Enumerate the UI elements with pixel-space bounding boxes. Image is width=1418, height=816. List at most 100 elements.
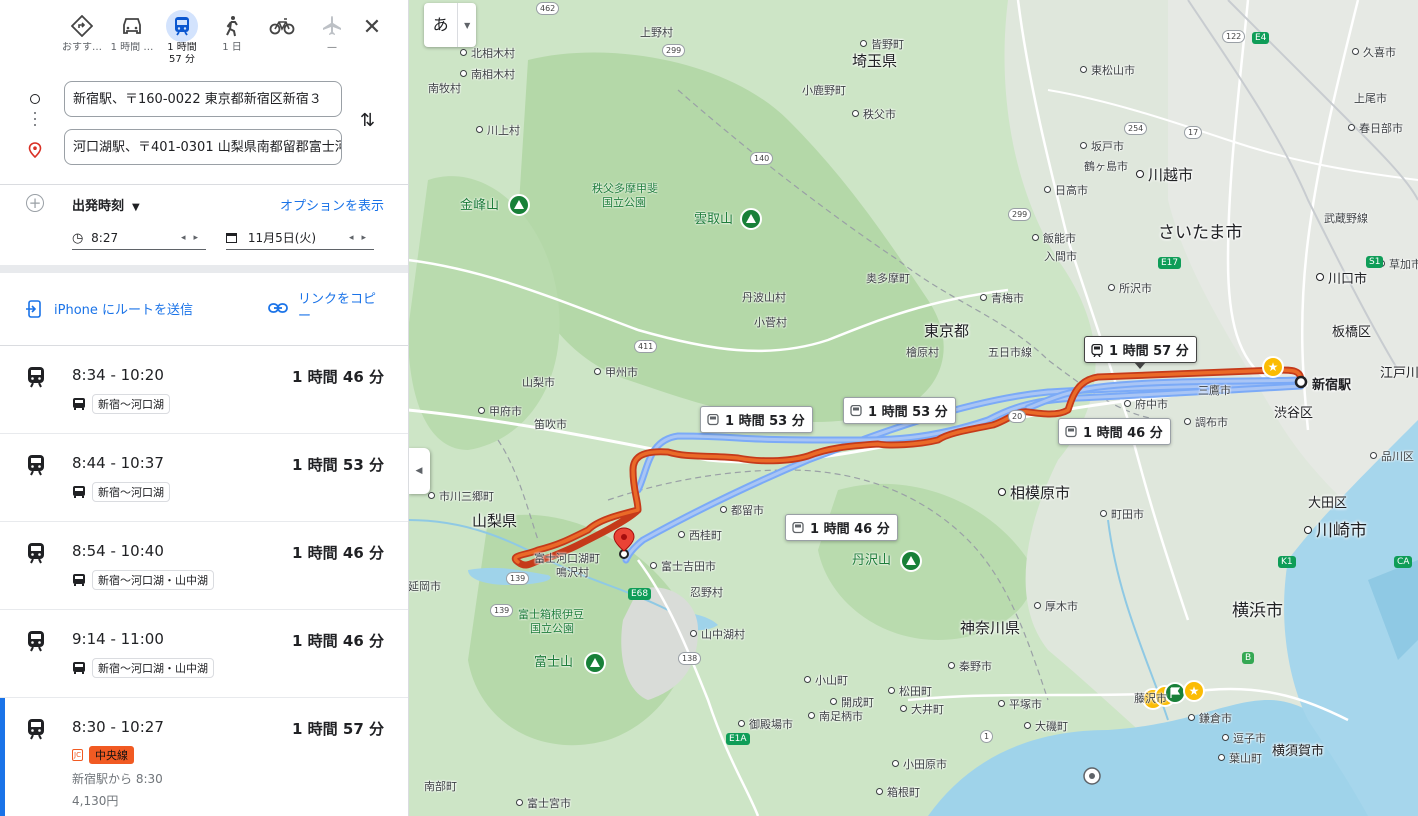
map-label: 大磯町 [1024, 718, 1068, 734]
map-view[interactable]: ★ ★ あ ▼ ◀ 埼玉県 東京都 山梨県 神奈川県 さいたま市 川越市 相模原… [408, 0, 1418, 816]
map-label: 南足柄市 [808, 708, 863, 724]
add-stop-icon[interactable]: + [26, 194, 44, 212]
bicycle-icon [266, 10, 298, 42]
date-stepper-icon[interactable]: ◂▸ [349, 229, 374, 247]
send-to-iphone-button[interactable]: iPhone にルートを送信 [26, 300, 193, 319]
route-option-5-selected[interactable]: 8:30 - 10:27 1 時間 57 分 JC 中央線 新宿駅から 8:30… [0, 698, 408, 816]
route-option-2[interactable]: 8:44 - 10:37 1 時間 53 分 新宿〜河口湖 [0, 434, 408, 522]
map-label: 小山町 [804, 672, 848, 688]
expressway-shield: E17 [1158, 257, 1182, 269]
map-label: 松田町 [888, 683, 932, 699]
mode-bicycle[interactable] [256, 10, 308, 42]
input-method-toggle[interactable]: あ ▼ [424, 3, 476, 47]
mode-transit[interactable]: 1 時間 57 分 [156, 10, 208, 66]
bus-icon [792, 521, 804, 534]
date-value: 11月5日(火) [247, 231, 317, 245]
copy-link-label-1: リンクをコピ [298, 292, 377, 307]
mode-walk-label: 1 日 [222, 42, 242, 53]
map-label: 逗子市 [1222, 730, 1266, 746]
map-label: 秦野市 [948, 658, 992, 674]
send-to-phone-icon [26, 300, 41, 318]
map-label: 埼玉県 [852, 52, 898, 70]
map-label: 厚木市 [1034, 598, 1078, 614]
map-label: 藤沢市 [1134, 692, 1167, 705]
map-label: 府中市 [1124, 396, 1168, 412]
destination-input[interactable]: 河口湖駅、〒401-0301 山梨県南都留郡富士河口湖町 [64, 129, 342, 165]
map-label: 川崎市 [1304, 516, 1367, 541]
time-stepper-icon[interactable]: ◂▸ [181, 229, 206, 247]
mode-flight[interactable]: — [306, 10, 358, 54]
map-label: 神奈川県 [960, 619, 1021, 637]
bus-line-tag: 新宿〜河口湖・山中湖 [92, 658, 214, 678]
mode-best-label: おすす… [62, 42, 102, 53]
close-icon[interactable]: ✕ [358, 14, 386, 42]
bus-icon [850, 404, 862, 417]
map-label: 上尾市 [1354, 92, 1387, 105]
walk-icon [216, 10, 248, 42]
route-duration: 1 時間 57 分 [292, 720, 384, 738]
map-label: 川越市 [1136, 164, 1193, 185]
copy-link-button[interactable]: リンクをコピ ー [268, 291, 376, 325]
road-shield: 140 [750, 152, 774, 165]
travel-mode-bar: おすす… 1 時間 … 1 時間 57 分 1 日 — [58, 10, 402, 74]
depart-time-dropdown[interactable]: 出発時刻 ▼ [72, 195, 140, 214]
jc-line-badge: JC [72, 749, 83, 761]
road-shield: 122 [1222, 30, 1246, 43]
mode-transit-label-1: 1 時間 [167, 42, 197, 53]
mountain-icon [508, 194, 530, 216]
map-label: 忍野村 [690, 586, 723, 599]
map-label: 富士宮市 [516, 795, 571, 811]
map-label: 相模原市 [998, 482, 1070, 503]
route-label-alt[interactable]: 1 時間 46 分 [785, 514, 898, 541]
route-label-alt[interactable]: 1 時間 53 分 [700, 406, 813, 433]
map-label: 東松山市 [1080, 62, 1135, 78]
route-time: 8:34 - 10:20 [72, 366, 164, 384]
map-label: 入間市 [1044, 250, 1077, 263]
route-line: JC 中央線 [72, 746, 134, 764]
route-time: 8:54 - 10:40 [72, 542, 164, 560]
route-label-text: 1 時間 46 分 [810, 522, 890, 537]
expressway-shield: K1 [1278, 556, 1296, 568]
map-label: 渋谷区 [1274, 406, 1314, 421]
mountain-icon [740, 208, 762, 230]
route-duration: 1 時間 46 分 [292, 632, 384, 650]
route-label-selected[interactable]: 1 時間 57 分 [1084, 336, 1197, 369]
mode-walk[interactable]: 1 日 [206, 10, 258, 54]
map-label: 新宿駅 [1312, 378, 1352, 393]
map-label: 飯能市 [1032, 230, 1076, 246]
map-label: 東京都 [924, 322, 970, 340]
route-option-4[interactable]: 9:14 - 11:00 1 時間 46 分 新宿〜河口湖・山中湖 [0, 610, 408, 698]
send-to-iphone-label: iPhone にルートを送信 [54, 303, 194, 318]
expressway-shield: CA [1394, 556, 1413, 568]
destination-pin-icon [28, 142, 42, 162]
map-label: 調布市 [1184, 414, 1228, 430]
route-detail: 新宿駅から 8:30 [72, 772, 163, 786]
show-options-link[interactable]: オプションを表示 [280, 195, 384, 214]
route-time: 8:30 - 10:27 [72, 718, 164, 736]
map-label: 春日部市 [1348, 120, 1403, 136]
route-label-alt[interactable]: 1 時間 46 分 [1058, 418, 1171, 445]
mode-best[interactable]: おすす… [56, 10, 108, 54]
time-picker[interactable]: ◷ 8:27 ◂▸ [72, 229, 206, 250]
mode-car[interactable]: 1 時間 … [106, 10, 158, 54]
expressway-shield: B [1242, 652, 1255, 664]
map-label: 久喜市 [1352, 44, 1396, 60]
route-label-alt[interactable]: 1 時間 53 分 [843, 397, 956, 424]
diamond-route-icon [66, 10, 98, 42]
map-label: 丹波山村 [742, 291, 786, 304]
route-time: 8:44 - 10:37 [72, 454, 164, 472]
map-label: 葉山町 [1218, 750, 1262, 766]
expressway-shield: E1A [726, 733, 750, 745]
swap-icon[interactable]: ⇅ [360, 110, 375, 131]
route-option-1[interactable]: 8:34 - 10:20 1 時間 46 分 新宿〜河口湖 [0, 346, 408, 434]
map-label: 奥多摩町 [866, 272, 910, 285]
origin-input[interactable]: 新宿駅、〒160-0022 東京都新宿区新宿３ [64, 81, 342, 117]
train-icon [1091, 343, 1103, 358]
collapse-panel-button[interactable]: ◀ [408, 448, 430, 494]
caret-down-icon: ▼ [132, 202, 140, 213]
route-option-3[interactable]: 8:54 - 10:40 1 時間 46 分 新宿〜河口湖・山中湖 [0, 522, 408, 610]
road-shield: 1 [980, 730, 994, 743]
map-label: 小鹿野町 [802, 84, 846, 97]
mode-flight-label: — [327, 42, 337, 53]
date-picker[interactable]: 11月5日(火) ◂▸ [226, 229, 374, 250]
